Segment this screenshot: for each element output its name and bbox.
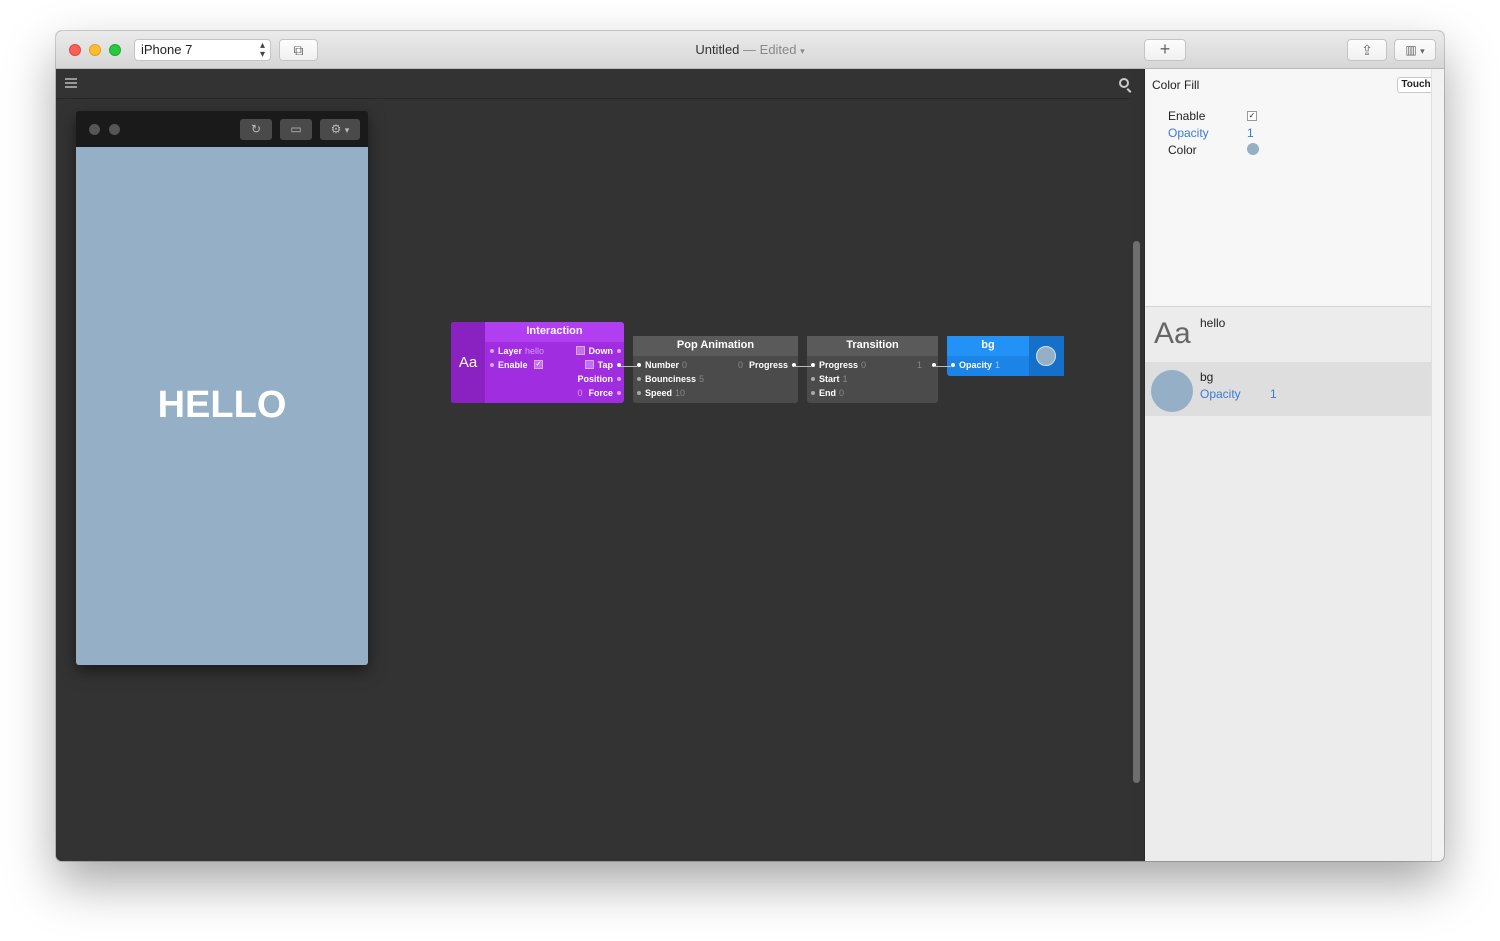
color-fill-layer-icon — [1151, 370, 1193, 412]
port-dot[interactable] — [811, 376, 815, 381]
pop-input-speed[interactable]: Speed 10 — [637, 387, 685, 399]
sidebar-layout-icon: ▥ — [1405, 43, 1417, 57]
bg-input-opacity[interactable]: Opacity 1 — [951, 359, 1000, 371]
refresh-button[interactable]: ↻ — [240, 119, 272, 140]
color-property-swatch[interactable] — [1247, 143, 1259, 155]
port-dot[interactable] — [811, 390, 815, 395]
plus-icon: + — [1159, 39, 1171, 59]
interaction-output-position[interactable]: Position — [578, 373, 621, 385]
interaction-input-layer[interactable]: Layer hello — [490, 345, 544, 357]
bg-layer-patch-title: bg — [947, 336, 1029, 356]
viewer-settings-button[interactable]: ⚙ ▾ — [320, 119, 360, 140]
interaction-output-tap[interactable]: Tap — [584, 359, 621, 371]
touch-button[interactable]: Touch — [1397, 77, 1435, 93]
viewer-close-dot[interactable] — [89, 124, 100, 135]
bg-color-well[interactable] — [1029, 336, 1064, 376]
chevron-down-icon: ▾ — [344, 125, 350, 135]
interaction-output-force[interactable]: 0 Force — [577, 387, 621, 399]
port-dot[interactable] — [617, 390, 621, 395]
document-title[interactable]: Untitled — Edited ▾ — [56, 42, 1444, 57]
chevron-down-icon: ▾ — [1420, 46, 1425, 56]
text-layer-icon: Aa — [1154, 317, 1191, 350]
wire-progress-to-progress[interactable] — [794, 366, 811, 367]
pop-output-progress[interactable]: 0 Progress — [738, 359, 796, 371]
port-dot[interactable] — [637, 376, 641, 381]
output-indicator — [584, 360, 594, 370]
transition-input-start[interactable]: Start 1 — [811, 373, 848, 385]
add-patch-button[interactable]: + — [1144, 39, 1186, 61]
wire-tap-to-number[interactable] — [620, 366, 637, 367]
output-indicator — [575, 346, 585, 356]
inspector-scrollbar[interactable] — [1431, 69, 1444, 861]
inspector-panel: Color Fill Touch Enable ✓ Opacity 1 Colo… — [1145, 69, 1444, 861]
pop-input-bounciness[interactable]: Bounciness 5 — [637, 373, 704, 385]
bg-layer-patch[interactable]: bg Opacity 1 — [947, 336, 1064, 376]
color-property-label: Color — [1168, 143, 1197, 157]
port-dot[interactable] — [617, 376, 621, 381]
search-icon[interactable] — [1119, 78, 1129, 88]
opacity-property-label[interactable]: Opacity — [1168, 126, 1209, 140]
port-dot[interactable] — [490, 348, 494, 353]
pop-animation-patch-title: Pop Animation — [633, 336, 798, 356]
view-options-button[interactable]: ▥ ▾ — [1394, 39, 1436, 61]
inspector-title: Color Fill — [1152, 78, 1200, 92]
interaction-patch-title: Interaction — [485, 322, 624, 342]
transition-input-end[interactable]: End 0 — [811, 387, 844, 399]
hello-text-layer: HELLO — [157, 384, 287, 426]
wire-transition-to-opacity[interactable] — [934, 366, 951, 367]
pop-input-number[interactable]: Number 0 — [637, 359, 687, 371]
transition-output[interactable]: 1 — [917, 359, 936, 371]
port-dot[interactable] — [811, 362, 815, 367]
share-button[interactable]: ⇪ — [1347, 39, 1387, 61]
interaction-patch-badge: Aa — [451, 322, 485, 403]
port-dot[interactable] — [637, 362, 641, 367]
video-camera-icon: ▭ — [290, 122, 302, 136]
title-bar: iPhone 7 ▴ ▾ ⧉ Untitled — Edited ▾ + ⇪ ▥ … — [56, 31, 1444, 69]
pop-animation-patch[interactable]: Pop Animation Number 0 Bounciness 5 Speed 1… — [633, 336, 798, 403]
port-dot[interactable] — [617, 348, 621, 353]
opacity-property-value[interactable]: 1 — [1247, 126, 1254, 140]
hamburger-menu-icon[interactable] — [65, 78, 77, 88]
inspector-properties: Color Fill Touch Enable ✓ Opacity 1 Colo… — [1145, 69, 1435, 307]
refresh-icon: ↻ — [250, 122, 262, 136]
interaction-patch[interactable]: Aa Interaction Layer hello Enable ✓ Down … — [451, 322, 624, 403]
document-title-text: Untitled — [695, 42, 740, 57]
transition-patch-title: Transition — [807, 336, 938, 356]
viewer-screen[interactable]: HELLO — [76, 147, 368, 665]
layer-item-hello[interactable]: Aa hello — [1145, 308, 1431, 362]
vertical-scrollbar[interactable] — [1133, 241, 1140, 783]
layer-opacity-label[interactable]: Opacity — [1200, 387, 1241, 401]
chevron-down-icon: ▾ — [800, 46, 805, 56]
app-window: iPhone 7 ▴ ▾ ⧉ Untitled — Edited ▾ + ⇪ ▥ … — [56, 31, 1444, 861]
interaction-output-down[interactable]: Down — [575, 345, 621, 357]
layer-name: bg — [1200, 370, 1214, 384]
gear-icon: ⚙ — [330, 122, 342, 136]
interaction-input-enable[interactable]: Enable ✓ — [490, 359, 547, 371]
enable-property-label: Enable — [1168, 109, 1206, 123]
record-button[interactable]: ▭ — [280, 119, 312, 140]
transition-patch[interactable]: Transition Progress 0 Start 1 End 0 1 — [807, 336, 938, 403]
port-dot[interactable] — [637, 390, 641, 395]
port-dot[interactable] — [951, 362, 955, 367]
layer-item-bg[interactable]: bg Opacity 1 — [1145, 362, 1431, 416]
viewer-window: ↻ ▭ ⚙ ▾ HELLO — [76, 111, 368, 665]
patch-editor-canvas[interactable]: ↻ ▭ ⚙ ▾ HELLO Aa Interaction Layer hello … — [56, 69, 1129, 861]
transition-input-progress[interactable]: Progress 0 — [811, 359, 866, 371]
layer-opacity-value[interactable]: 1 — [1270, 387, 1277, 401]
layer-name: hello — [1200, 316, 1226, 330]
enable-checkbox[interactable]: ✓ — [534, 360, 544, 370]
color-swatch — [1036, 346, 1056, 366]
share-icon: ⇪ — [1361, 42, 1373, 58]
viewer-minimize-dot[interactable] — [109, 124, 120, 135]
document-edited-status: — Edited — [743, 42, 797, 57]
canvas-toolbar — [56, 69, 1129, 99]
enable-property-checkbox[interactable]: ✓ — [1247, 111, 1257, 121]
port-dot[interactable] — [490, 362, 494, 367]
